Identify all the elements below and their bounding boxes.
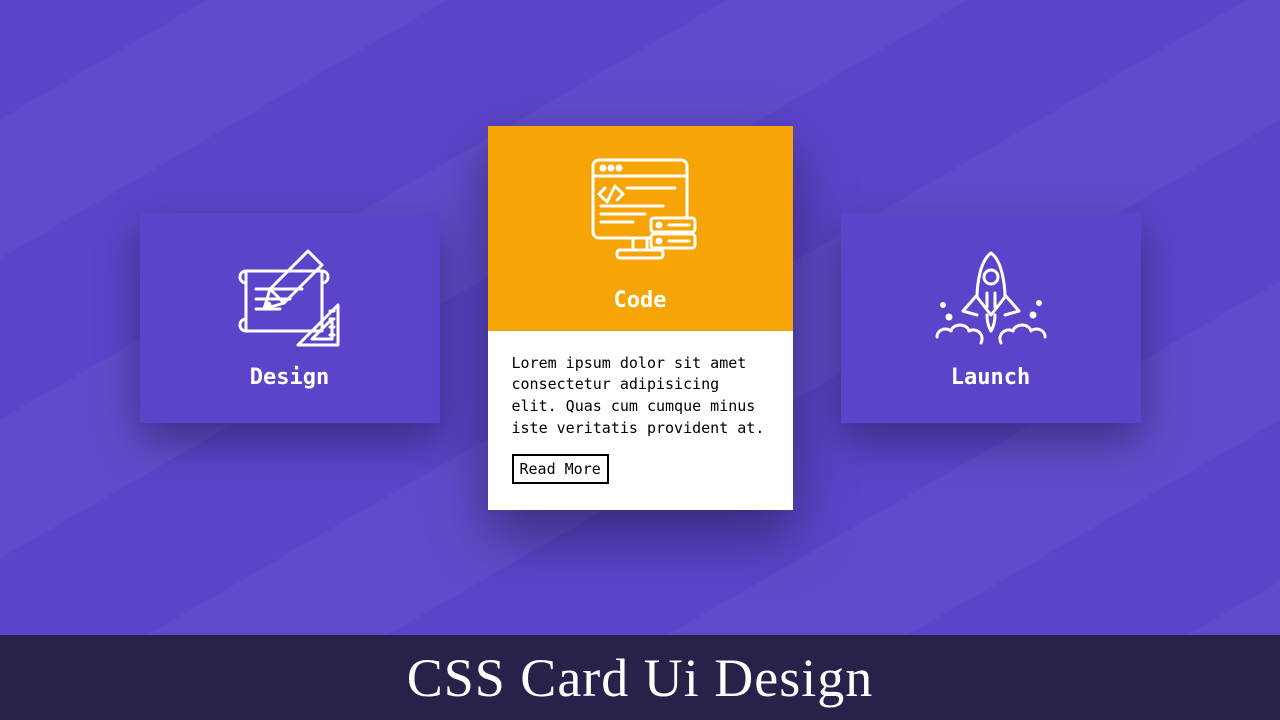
card-description: Lorem ipsum dolor sit amet consectetur a… bbox=[512, 353, 769, 440]
code-icon bbox=[575, 148, 705, 278]
launch-icon bbox=[931, 245, 1051, 355]
card-code-body: Lorem ipsum dolor sit amet consectetur a… bbox=[488, 331, 793, 510]
read-more-button[interactable]: Read More bbox=[512, 454, 609, 484]
footer-title: CSS Card Ui Design bbox=[0, 635, 1280, 720]
design-icon bbox=[230, 245, 350, 355]
card-code[interactable]: Code Lorem ipsum dolor sit amet consecte… bbox=[488, 126, 793, 510]
card-launch[interactable]: Launch bbox=[841, 213, 1141, 423]
card-row: Design bbox=[0, 0, 1280, 635]
card-title: Design bbox=[250, 365, 329, 390]
card-code-header: Code bbox=[488, 126, 793, 331]
card-design[interactable]: Design bbox=[140, 213, 440, 423]
card-title: Code bbox=[614, 288, 667, 313]
card-title: Launch bbox=[951, 365, 1030, 390]
